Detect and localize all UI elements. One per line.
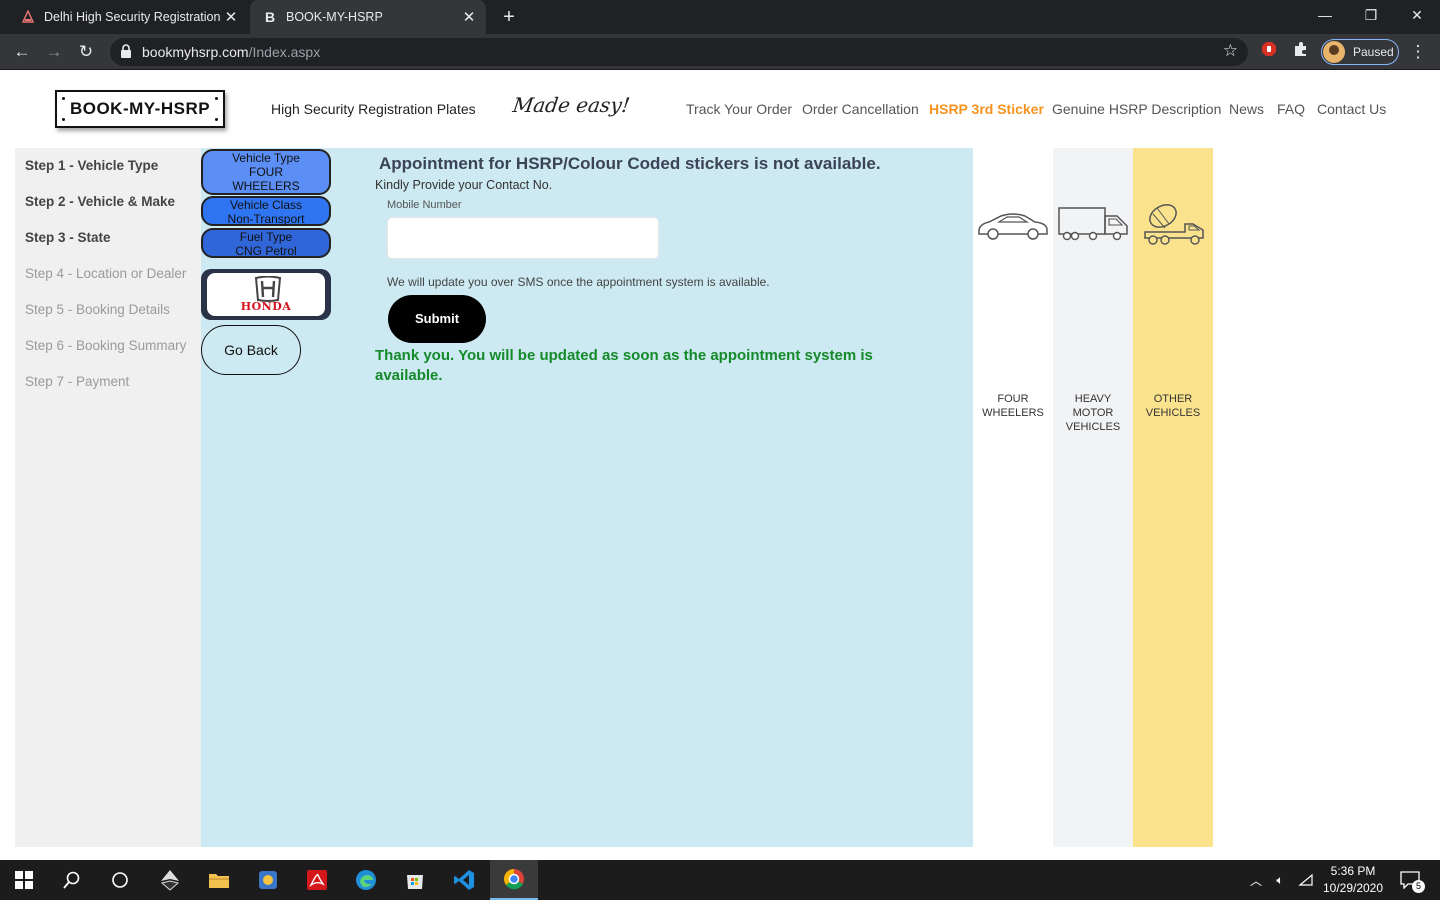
close-tab-icon[interactable]: ✕ — [458, 8, 480, 26]
inkscape-app-icon[interactable] — [146, 860, 194, 900]
nav-order-cancellation[interactable]: Order Cancellation — [802, 101, 919, 117]
truck-icon — [1058, 207, 1128, 241]
nav-track-order[interactable]: Track Your Order — [686, 101, 792, 117]
main-panel: Vehicle Type FOUR WHEELERS Vehicle Class… — [201, 148, 973, 847]
vehicle-category-four-wheelers[interactable]: FOUR WHEELERS — [973, 148, 1053, 847]
go-back-button[interactable]: Go Back — [201, 325, 301, 375]
thank-you-message: Thank you. You will be updated as soon a… — [375, 347, 873, 384]
address-bar[interactable]: bookmyhsrp.com/Index.aspx ☆ — [110, 38, 1248, 66]
other-vehicles-label: OTHER VEHICLES — [1145, 393, 1201, 419]
step-5: Step 5 - Booking Details — [25, 302, 170, 317]
site-tagline: High Security Registration Plates — [271, 101, 476, 117]
mobile-number-label: Mobile Number — [387, 199, 462, 211]
notification-count: 5 — [1412, 880, 1425, 893]
nav-faq[interactable]: FAQ — [1277, 101, 1305, 117]
vehicle-class-pill: Vehicle Class Non-Transport — [201, 196, 331, 226]
heavy-motor-vehicles-label: HEAVY MOTOR VEHICLES — [1065, 393, 1121, 433]
microsoft-store-icon[interactable] — [391, 860, 439, 900]
lock-icon — [121, 44, 131, 58]
nav-news[interactable]: News — [1229, 101, 1264, 117]
sms-update-note: We will update you over SMS once the app… — [387, 275, 770, 289]
vehicle-category-heavy-motor[interactable]: HEAVY MOTOR VEHICLES — [1053, 148, 1133, 847]
new-tab-plus-icon[interactable]: + — [498, 6, 520, 28]
file-explorer-icon[interactable] — [195, 860, 243, 900]
web-page: BOOK-MY-HSRP High Security Registration … — [0, 71, 1440, 860]
step-4: Step 4 - Location or Dealer — [25, 266, 187, 281]
appointment-unavailable-heading: Appointment for HSRP/Colour Coded sticke… — [379, 154, 881, 173]
brand-logo-card: HONDA — [201, 269, 331, 320]
show-hidden-icons-chevron-icon[interactable]: ︿ — [1246, 860, 1266, 900]
nav-hsrp-3rd-sticker[interactable]: HSRP 3rd Sticker — [929, 101, 1044, 117]
extensions-puzzle-icon[interactable] — [1289, 40, 1313, 64]
fuel-type-pill: Fuel Type CNG Petrol — [201, 228, 331, 258]
tab-title: Delhi High Security Registration P — [44, 10, 220, 24]
back-arrow-icon[interactable]: ← — [10, 40, 34, 64]
browser-tab-delhi-hsrp[interactable]: Delhi High Security Registration P ✕ — [8, 0, 248, 34]
network-icon[interactable] — [1296, 860, 1316, 900]
car-icon — [978, 213, 1048, 240]
close-window-icon[interactable]: ✕ — [1394, 0, 1440, 30]
restore-window-icon[interactable]: ❐ — [1348, 0, 1394, 30]
vehicle-type-pill: Vehicle Type FOUR WHEELERS — [201, 149, 331, 195]
browser-tab-book-my-hsrp[interactable]: B BOOK-MY-HSRP ✕ — [250, 0, 486, 34]
tab-title: BOOK-MY-HSRP — [286, 10, 383, 24]
action-center-icon[interactable]: 5 — [1396, 860, 1425, 900]
windows-taskbar: ︿ 🔈︎ 5:36 PM 10/29/2020 5 — [0, 860, 1440, 900]
profile-status: Paused — [1353, 45, 1394, 59]
bookmyhsrp-favicon-icon: B — [264, 9, 276, 25]
photo-app-icon[interactable] — [244, 860, 292, 900]
booking-steps-sidebar: Step 1 - Vehicle Type Step 2 - Vehicle &… — [15, 148, 201, 847]
vehicle-category-other[interactable]: OTHER VEHICLES — [1133, 148, 1213, 847]
minimize-window-icon[interactable]: — — [1302, 0, 1348, 30]
step-6: Step 6 - Booking Summary — [25, 338, 187, 353]
chrome-menu-kebab-icon[interactable]: ⋮ — [1406, 40, 1430, 64]
url-text: bookmyhsrp.com/Index.aspx — [142, 44, 321, 60]
site-slogan: Made easy! — [511, 93, 632, 117]
forward-arrow-icon[interactable]: → — [42, 40, 66, 64]
step-7: Step 7 - Payment — [25, 374, 130, 389]
delhi-site-favicon-icon — [20, 9, 36, 25]
site-logo[interactable]: BOOK-MY-HSRP — [55, 90, 225, 128]
contact-prompt: Kindly Provide your Contact No. — [375, 178, 553, 192]
cement-mixer-icon — [1144, 204, 1204, 245]
mobile-number-input[interactable] — [387, 217, 659, 259]
step-3[interactable]: Step 3 - State — [25, 230, 111, 245]
profile-paused-button[interactable]: Paused — [1321, 39, 1399, 65]
four-wheelers-label: FOUR WHEELERS — [982, 393, 1044, 419]
system-clock[interactable]: 5:36 PM 10/29/2020 — [1318, 863, 1388, 897]
browser-tab-bar: Delhi High Security Registration P ✕ B B… — [0, 0, 1440, 34]
close-tab-icon[interactable]: ✕ — [220, 8, 242, 26]
step-1[interactable]: Step 1 - Vehicle Type — [25, 158, 158, 173]
brand-name: HONDA — [240, 300, 292, 313]
honda-logo-icon — [254, 276, 282, 302]
edge-browser-icon[interactable] — [342, 860, 390, 900]
windows-start-icon[interactable] — [0, 860, 48, 900]
profile-avatar — [1323, 41, 1345, 63]
cortana-circle-icon[interactable] — [96, 860, 144, 900]
nav-genuine-hsrp-description[interactable]: Genuine HSRP Description — [1052, 101, 1221, 117]
search-icon[interactable] — [48, 860, 96, 900]
adblock-extension-icon[interactable] — [1257, 40, 1281, 64]
submit-button[interactable]: Submit — [388, 295, 486, 343]
chrome-taskbar-icon[interactable] — [490, 860, 538, 900]
nav-contact-us[interactable]: Contact Us — [1317, 101, 1386, 117]
bookmark-star-icon[interactable]: ☆ — [1223, 41, 1238, 61]
vscode-icon[interactable] — [440, 860, 488, 900]
volume-icon[interactable]: 🔈︎ — [1270, 860, 1290, 900]
acrobat-reader-icon[interactable] — [293, 860, 341, 900]
browser-toolbar: ← → ↻ bookmyhsrp.com/Index.aspx ☆ Paused… — [0, 34, 1440, 70]
step-2[interactable]: Step 2 - Vehicle & Make — [25, 194, 175, 209]
reload-icon[interactable]: ↻ — [74, 40, 98, 64]
